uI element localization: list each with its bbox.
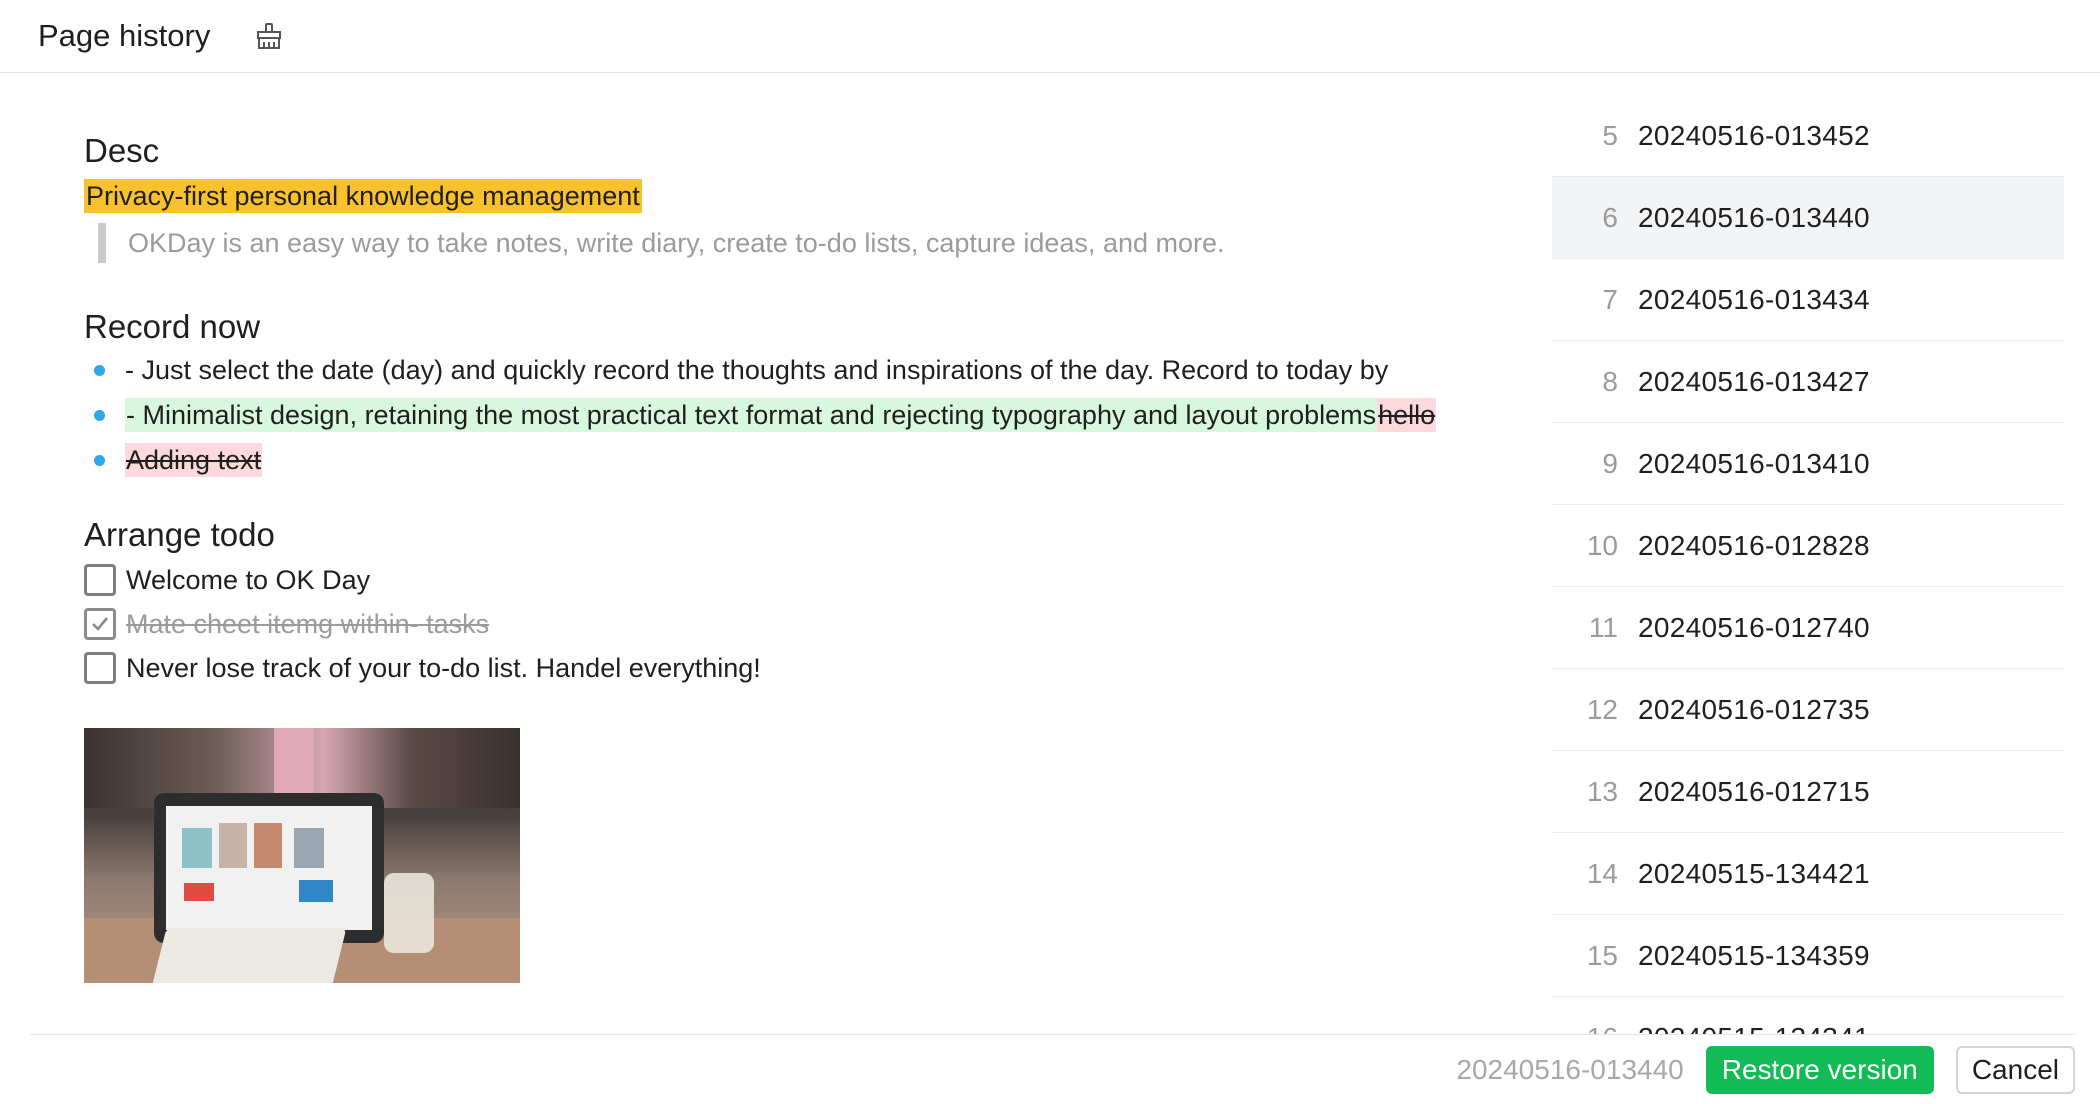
- version-name: 20240516-012715: [1638, 775, 1870, 807]
- version-name: 20240516-012735: [1638, 693, 1870, 725]
- version-row[interactable]: 13 20240516-012715: [1552, 751, 2064, 833]
- todo-list: Welcome to OK Day Mate cheet itemg withi…: [84, 563, 1504, 685]
- version-name: 20240516-013440: [1638, 201, 1870, 233]
- version-row[interactable]: 7 20240516-013434: [1552, 259, 2064, 341]
- version-number: 11: [1588, 611, 1618, 643]
- version-number: 5: [1602, 119, 1618, 151]
- todo-checkbox[interactable]: [84, 608, 116, 640]
- list-item: - Minimalist design, retaining the most …: [84, 398, 1504, 432]
- version-number: 10: [1586, 529, 1618, 561]
- todo-text: Never lose track of your to-do list. Han…: [126, 653, 761, 683]
- history-preview: Desc Privacy-first personal knowledge ma…: [84, 95, 1504, 1035]
- version-number: 16: [1552, 1022, 1618, 1036]
- bullet-icon: [94, 454, 105, 466]
- version-list: 5 20240516-013452 6 20240516-013440 7 20…: [1552, 95, 2064, 1035]
- cancel-button[interactable]: Cancel: [1955, 1045, 2075, 1094]
- version-row[interactable]: 8 20240516-013427: [1552, 341, 2064, 423]
- version-name: 20240516-013452: [1638, 119, 1870, 151]
- todo-checkbox[interactable]: [84, 652, 116, 684]
- version-name: 20240516-013427: [1638, 365, 1870, 397]
- list-item-text: - Just select the date (day) and quickly…: [125, 355, 1389, 385]
- laptop-photo: [84, 728, 520, 983]
- todo-checkbox[interactable]: [84, 564, 116, 596]
- record-list: - Just select the date (day) and quickly…: [84, 353, 1504, 477]
- list-item: - Just select the date (day) and quickly…: [84, 353, 1504, 387]
- version-row[interactable]: 14 20240515-134421: [1552, 833, 2064, 915]
- version-name: 20240516-012740: [1638, 611, 1870, 643]
- record-heading: Record now: [84, 308, 261, 345]
- version-name: 20240516-012828: [1638, 529, 1870, 561]
- removed-text: hello: [1377, 398, 1437, 432]
- version-row-selected[interactable]: 6 20240516-013440: [1552, 177, 2064, 259]
- version-number: 7: [1602, 283, 1618, 315]
- version-number: 13: [1586, 775, 1618, 807]
- todo-item: Welcome to OK Day: [84, 563, 1504, 597]
- broom-icon[interactable]: [254, 21, 284, 51]
- version-name: 20240515-134341: [1638, 1022, 1870, 1036]
- version-row[interactable]: 12 20240516-012735: [1552, 669, 2064, 751]
- selected-version-label: 20240516-013440: [1456, 1053, 1684, 1085]
- version-number: 14: [1586, 857, 1618, 889]
- quote-block: OKDay is an easy way to take notes, writ…: [98, 223, 1504, 263]
- todo-heading: Arrange todo: [84, 516, 275, 553]
- highlighted-text: Privacy-first personal knowledge managem…: [84, 179, 642, 213]
- page-header: Page history: [0, 0, 2100, 73]
- todo-text: Mate cheet itemg within- tasks: [126, 609, 490, 639]
- todo-text: Welcome to OK Day: [126, 565, 371, 595]
- added-text: - Minimalist design, retaining the most …: [125, 398, 1378, 432]
- restore-version-button[interactable]: Restore version: [1705, 1045, 1934, 1094]
- version-number: 15: [1586, 939, 1618, 971]
- bullet-icon: [94, 364, 105, 376]
- version-name: 20240516-013434: [1638, 283, 1870, 315]
- todo-item: Mate cheet itemg within- tasks: [84, 607, 1504, 641]
- check-icon: [92, 617, 109, 631]
- version-row[interactable]: 9 20240516-013410: [1552, 423, 2064, 505]
- list-item: Adding text: [84, 443, 1504, 477]
- footer-bar: 20240516-013440 Restore version Cancel: [30, 1034, 2075, 1104]
- version-name: 20240516-013410: [1638, 447, 1870, 479]
- removed-text: Adding text: [125, 443, 263, 477]
- page-title: Page history: [38, 18, 211, 53]
- version-number: 8: [1602, 365, 1618, 397]
- version-row[interactable]: 15 20240515-134359: [1552, 915, 2064, 997]
- desc-heading: Desc: [84, 132, 160, 169]
- version-number: 6: [1602, 201, 1618, 233]
- version-number: 9: [1602, 447, 1618, 479]
- version-name: 20240515-134359: [1638, 939, 1870, 971]
- version-name: 20240515-134421: [1638, 857, 1870, 889]
- version-row[interactable]: 16 20240515-134341: [1552, 997, 2064, 1036]
- version-number: 12: [1586, 693, 1618, 725]
- version-row[interactable]: 10 20240516-012828: [1552, 505, 2064, 587]
- version-row[interactable]: 5 20240516-013452: [1552, 95, 2064, 177]
- todo-item: Never lose track of your to-do list. Han…: [84, 651, 1504, 685]
- bullet-icon: [94, 409, 105, 421]
- version-row[interactable]: 11 20240516-012740: [1552, 587, 2064, 669]
